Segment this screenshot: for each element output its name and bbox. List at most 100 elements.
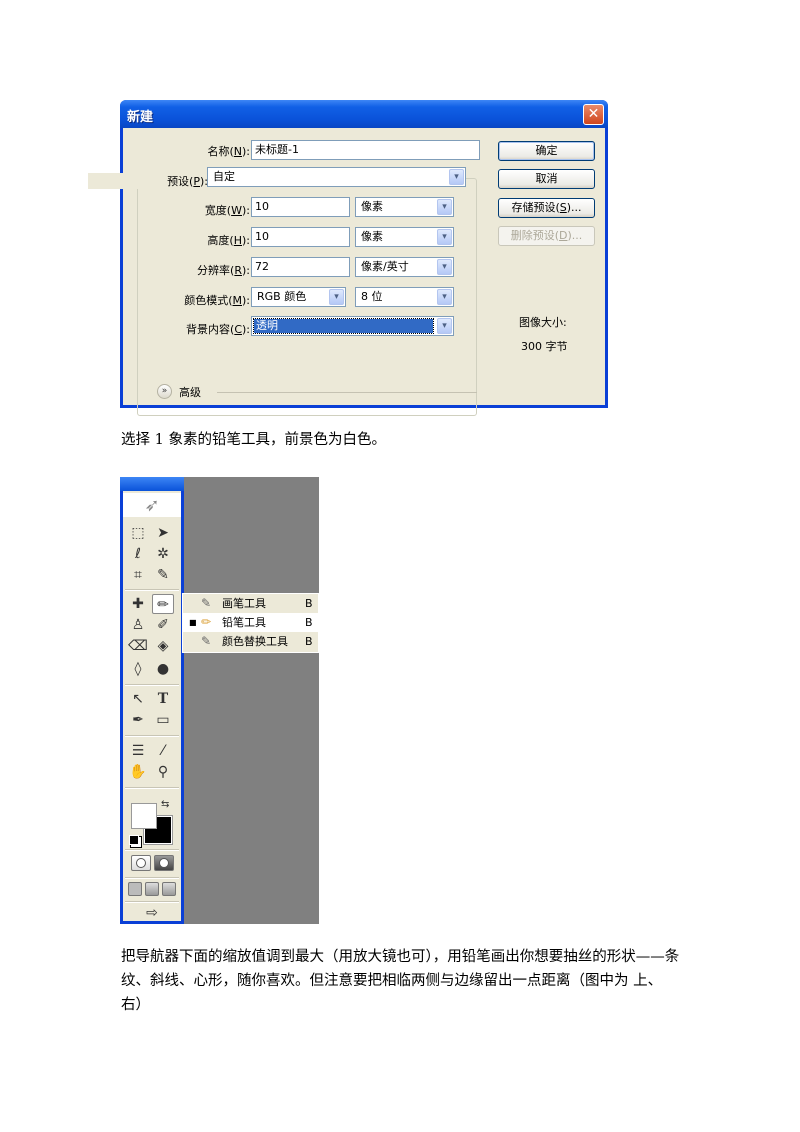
toolbox-body: ➶ ⬚ ➤ ℓ ✲ ⌗ ✎ ✚ ✏ ♙ ✐ ⌫ ◈ ◊ ● ↖ T ✒ ▭ ☰ … xyxy=(123,491,181,921)
flyout-item-label: 铅笔工具 xyxy=(222,616,266,629)
standard-mode-button[interactable] xyxy=(131,855,151,871)
color-mode-value: RGB 颜色 xyxy=(257,290,307,303)
chevron-down-icon: ▾ xyxy=(437,229,452,245)
flyout-item-shortcut: B xyxy=(305,616,313,629)
close-icon: ✕ xyxy=(587,106,600,122)
dialog-body: 名称(N): 未标题-1 预设(P): 自定 ▾ 宽度(W): 10 像素 ▾ … xyxy=(88,128,605,416)
quick-mask-mode-icon xyxy=(159,858,169,868)
pencil-tool-icon[interactable]: ✏ xyxy=(152,594,174,614)
flyout-item-shortcut: B xyxy=(305,635,313,648)
default-colors-icon[interactable] xyxy=(129,835,139,845)
chevron-down-icon: ▾ xyxy=(437,199,452,215)
foreground-color-swatch[interactable] xyxy=(131,803,157,829)
feather-logo-icon[interactable]: ➶ xyxy=(123,493,181,517)
jump-to-imageready-icon[interactable]: ⇨ xyxy=(129,903,175,923)
toolbox-divider xyxy=(125,684,179,686)
height-input[interactable]: 10 xyxy=(251,227,350,247)
toolbox-divider xyxy=(125,735,179,737)
history-brush-tool-icon[interactable]: ✐ xyxy=(152,615,174,635)
flyout-item-color-replacement-tool[interactable]: ✎ 颜色替换工具 B xyxy=(183,632,319,651)
height-unit-select[interactable]: 像素 ▾ xyxy=(355,227,454,247)
hand-tool-icon[interactable]: ✋ xyxy=(127,762,149,782)
toolbox-divider xyxy=(125,787,179,789)
toolbox-panel: ➶ ⬚ ➤ ℓ ✲ ⌗ ✎ ✚ ✏ ♙ ✐ ⌫ ◈ ◊ ● ↖ T ✒ ▭ ☰ … xyxy=(120,477,184,924)
background-contents-select[interactable]: 透明 ▾ xyxy=(251,316,454,336)
magic-wand-tool-icon[interactable]: ✲ xyxy=(152,544,174,564)
flyout-item-label: 颜色替换工具 xyxy=(222,635,288,648)
lasso-tool-icon[interactable]: ℓ xyxy=(127,544,149,564)
name-label: 名称(N): xyxy=(207,145,250,158)
preset-select[interactable]: 自定 ▾ xyxy=(207,167,466,187)
instruction-paragraph-2: 把导航器下面的缩放值调到最大（用放大镜也可），用铅笔画出你想要抽丝的形状——条纹… xyxy=(121,949,680,1013)
zoom-tool-icon[interactable]: ⚲ xyxy=(152,762,174,782)
eraser-tool-icon[interactable]: ⌫ xyxy=(127,636,149,656)
height-unit-value: 像素 xyxy=(361,230,383,243)
chevron-down-icon: ▾ xyxy=(449,169,464,185)
expand-chevrons-icon[interactable]: » xyxy=(157,384,172,399)
quick-mask-mode-button[interactable] xyxy=(154,855,174,871)
chevron-down-icon: ▾ xyxy=(437,318,452,334)
full-screen-menu-mode-button[interactable] xyxy=(145,882,159,896)
pencil-tool-flyout-menu: ✎ 画笔工具 B ■ ✏ 铅笔工具 B ✎ 颜色替换工具 B xyxy=(182,593,319,653)
eyedropper-tool-icon[interactable]: ⁄ xyxy=(152,741,174,761)
color-mode-select[interactable]: RGB 颜色 ▾ xyxy=(251,287,346,307)
clone-stamp-tool-icon[interactable]: ♙ xyxy=(127,615,149,635)
background-contents-label: 背景内容(C): xyxy=(186,323,250,336)
dialog-titlebar[interactable]: 新建 ✕ xyxy=(120,100,608,128)
marquee-tool-icon[interactable]: ⬚ xyxy=(127,523,149,543)
move-tool-icon[interactable]: ➤ xyxy=(152,523,174,543)
chevron-down-icon: ▾ xyxy=(437,289,452,305)
paint-bucket-tool-icon[interactable]: ◈ xyxy=(152,636,174,656)
dodge-tool-icon[interactable]: ● xyxy=(152,659,174,679)
standard-screen-mode-button[interactable] xyxy=(128,882,142,896)
dialog-title: 新建 xyxy=(127,110,154,125)
flyout-item-shortcut: B xyxy=(305,597,313,610)
ok-button[interactable]: 确定 xyxy=(498,141,595,161)
resolution-input[interactable]: 72 xyxy=(251,257,350,277)
toolbox-divider xyxy=(125,849,179,851)
bit-depth-select[interactable]: 8 位 ▾ xyxy=(355,287,454,307)
flyout-item-label: 画笔工具 xyxy=(222,597,266,610)
save-preset-button[interactable]: 存储预设(S)... xyxy=(498,198,595,218)
width-unit-value: 像素 xyxy=(361,200,383,213)
resolution-unit-select[interactable]: 像素/英寸 ▾ xyxy=(355,257,454,277)
swap-colors-icon[interactable]: ⇆ xyxy=(161,799,169,810)
preset-value: 自定 xyxy=(213,170,235,183)
path-selection-tool-icon[interactable]: ↖ xyxy=(127,689,149,709)
instruction-paragraph-1: 选择 1 象素的铅笔工具，前景色为白色。 xyxy=(121,432,386,448)
full-screen-mode-button[interactable] xyxy=(162,882,176,896)
image-size-label: 图像大小: xyxy=(519,316,567,329)
flyout-item-pencil-tool[interactable]: ■ ✏ 铅笔工具 B xyxy=(183,613,319,632)
toolbox-titlebar[interactable] xyxy=(120,477,184,491)
advanced-label: 高级 xyxy=(179,386,201,399)
flyout-item-brush-tool[interactable]: ✎ 画笔工具 B xyxy=(183,594,319,613)
pencil-icon: ✏ xyxy=(201,615,212,629)
blur-tool-icon[interactable]: ◊ xyxy=(127,659,149,679)
crop-tool-icon[interactable]: ⌗ xyxy=(127,565,149,585)
standard-mode-icon xyxy=(136,858,146,868)
image-size-value: 300 字节 xyxy=(521,340,568,353)
chevron-down-icon: ▾ xyxy=(437,259,452,275)
background-contents-value: 透明 xyxy=(253,318,434,334)
color-mode-label: 颜色模式(M): xyxy=(184,294,250,307)
pen-tool-icon[interactable]: ✒ xyxy=(127,710,149,730)
slice-tool-icon[interactable]: ✎ xyxy=(152,565,174,585)
rectangle-tool-icon[interactable]: ▭ xyxy=(152,710,174,730)
preset-label: 预设(P): xyxy=(88,173,208,189)
toolbox-divider xyxy=(125,589,179,591)
delete-preset-button: 删除预设(D)... xyxy=(498,226,595,246)
type-tool-icon[interactable]: T xyxy=(152,689,174,709)
resolution-unit-value: 像素/英寸 xyxy=(361,260,409,273)
close-button[interactable]: ✕ xyxy=(583,104,604,125)
height-label: 高度(H): xyxy=(207,234,250,247)
width-input[interactable]: 10 xyxy=(251,197,350,217)
cancel-button[interactable]: 取消 xyxy=(498,169,595,189)
selected-bullet-icon: ■ xyxy=(189,618,197,627)
width-unit-select[interactable]: 像素 ▾ xyxy=(355,197,454,217)
healing-brush-tool-icon[interactable]: ✚ xyxy=(127,594,149,614)
resolution-label: 分辨率(R): xyxy=(197,264,250,277)
advanced-divider xyxy=(217,392,477,393)
notes-tool-icon[interactable]: ☰ xyxy=(127,741,149,761)
width-label: 宽度(W): xyxy=(204,204,250,217)
name-input[interactable]: 未标题-1 xyxy=(251,140,480,160)
